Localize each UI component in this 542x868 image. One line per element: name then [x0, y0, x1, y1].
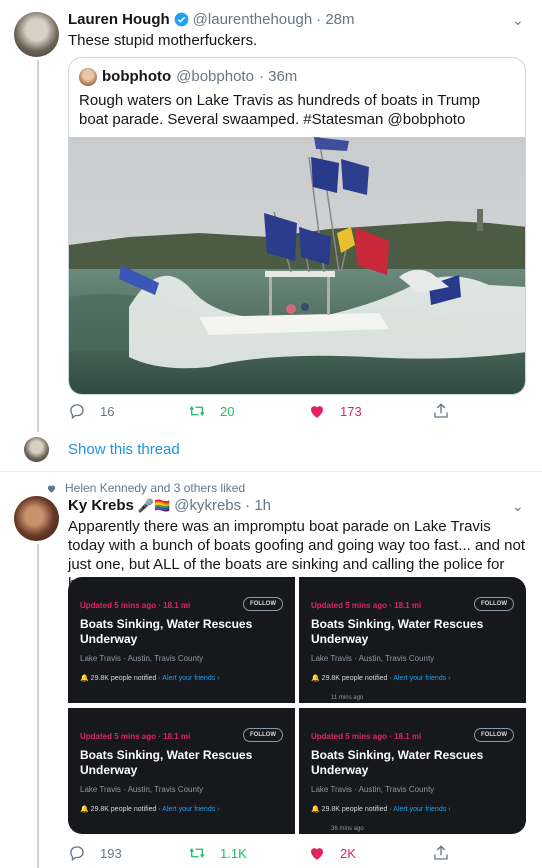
avatar-lauren[interactable] [14, 12, 59, 57]
card-updated: Updated 5 mins ago · 18.1 mi [311, 601, 422, 610]
retweet-button[interactable]: 20 [188, 402, 234, 420]
like-count: 173 [340, 403, 362, 419]
like-button[interactable]: 173 [308, 402, 362, 420]
heart-icon [47, 485, 56, 493]
card-title: Boats Sinking, Water Rescues Underway [311, 748, 484, 777]
card-notified: 🔔 29.8K people notified · Alert your fri… [311, 806, 451, 813]
author-handle[interactable]: @laurenthehough [193, 11, 313, 28]
alert-link: Alert your friends › [162, 675, 220, 682]
card-title: Boats Sinking, Water Rescues Underway [311, 617, 484, 646]
quoted-author-handle: @bobphoto [176, 68, 254, 85]
follow-button: FOLLOW [243, 728, 283, 742]
card-notified: 🔔 29.8K people notified · Alert your fri… [80, 806, 220, 813]
card-location: Lake Travis · Austin, Travis County [311, 785, 435, 794]
tweet-time[interactable]: · 28m [316, 11, 354, 28]
follow-button: FOLLOW [243, 597, 283, 611]
card-title: Boats Sinking, Water Rescues Underway [80, 617, 253, 646]
verified-icon [174, 12, 189, 27]
card-notified: 🔔 29.8K people notified · Alert your fri… [311, 675, 451, 682]
author-name[interactable]: Lauren Hough [68, 11, 170, 28]
card-updated: Updated 5 mins ago · 18.1 mi [311, 732, 422, 741]
share-icon [434, 403, 448, 418]
alert-link: Alert your friends › [162, 806, 220, 813]
notified-count: 29.8K people notified · [321, 806, 394, 813]
show-thread-link[interactable]: Show this thread [68, 441, 180, 458]
reply-count: 193 [100, 845, 122, 861]
follow-button: FOLLOW [474, 728, 514, 742]
reply-button[interactable]: 193 [68, 844, 122, 862]
card-location: Lake Travis · Austin, Travis County [311, 654, 435, 663]
tweet-time[interactable]: · 1h [245, 497, 271, 514]
card-updated: Updated 5 mins ago · 18.1 mi [80, 732, 191, 741]
card-location: Lake Travis · Austin, Travis County [80, 654, 204, 663]
media-card[interactable]: Updated 5 mins ago · 18.1 mi FOLLOW Boat… [68, 577, 295, 703]
reply-button[interactable]: 16 [68, 402, 114, 420]
boat-parade-photo[interactable] [69, 137, 526, 395]
reply-icon [70, 404, 84, 420]
card-notified: 🔔 29.8K people notified · Alert your fri… [80, 675, 220, 682]
alert-link: Alert your friends › [393, 675, 451, 682]
chevron-down-icon[interactable]: ⌄ [512, 498, 524, 515]
share-icon [434, 845, 448, 860]
follow-button: FOLLOW [474, 597, 514, 611]
card-updated: Updated 5 mins ago · 18.1 mi [80, 601, 191, 610]
media-card[interactable]: Updated 5 mins ago · 18.1 mi FOLLOW Boat… [299, 577, 526, 703]
card-ago: 11 mins ago [331, 695, 364, 701]
like-count: 2K [340, 845, 356, 861]
retweet-icon [189, 406, 205, 416]
alert-link: Alert your friends › [393, 806, 451, 813]
chevron-down-icon[interactable]: ⌄ [512, 12, 524, 29]
retweet-button[interactable]: 1.1K [188, 844, 247, 862]
card-location: Lake Travis · Austin, Travis County [80, 785, 204, 794]
quoted-time: · 36m [258, 68, 298, 85]
avatar-bobphoto [79, 68, 97, 86]
like-button[interactable]: 2K [308, 844, 356, 862]
name-emoji: 🎤🏳️‍🌈 [137, 497, 171, 513]
card-title: Boats Sinking, Water Rescues Underway [80, 748, 253, 777]
quoted-author-name: bobphoto [102, 68, 172, 85]
tweet-divider [0, 471, 542, 472]
avatar-ky[interactable] [14, 496, 59, 541]
reply-icon [70, 846, 84, 862]
share-button[interactable] [432, 402, 450, 420]
social-context[interactable]: Helen Kennedy and 3 others liked [65, 481, 245, 495]
share-button[interactable] [432, 844, 450, 862]
retweet-icon [189, 848, 205, 858]
quoted-text: Rough waters on Lake Travis as hundreds … [79, 92, 481, 128]
tweet-text: These stupid motherfuckers. [68, 32, 258, 49]
author-name[interactable]: Ky Krebs [68, 497, 134, 514]
retweet-count: 1.1K [220, 845, 247, 861]
media-card[interactable]: Updated 5 mins ago · 18.1 mi FOLLOW Boat… [68, 708, 295, 834]
thread-line [37, 544, 39, 868]
card-ago: 36 mins ago [331, 826, 364, 832]
quoted-tweet[interactable]: bobphoto @bobphoto · 36m Rough waters on… [68, 57, 526, 395]
reply-count: 16 [100, 403, 115, 419]
media-card[interactable]: Updated 5 mins ago · 18.1 mi FOLLOW Boat… [299, 708, 526, 834]
author-handle[interactable]: @kykrebs [174, 497, 241, 514]
notified-count: 29.8K people notified · [90, 675, 163, 682]
media-grid[interactable]: Updated 5 mins ago · 18.1 mi FOLLOW Boat… [68, 577, 526, 834]
avatar-lauren-small[interactable] [24, 437, 49, 462]
notified-count: 29.8K people notified · [321, 675, 394, 682]
heart-icon [311, 406, 323, 418]
thread-line [37, 60, 39, 432]
heart-icon [311, 848, 323, 860]
retweet-count: 20 [220, 403, 235, 419]
notified-count: 29.8K people notified · [90, 806, 163, 813]
